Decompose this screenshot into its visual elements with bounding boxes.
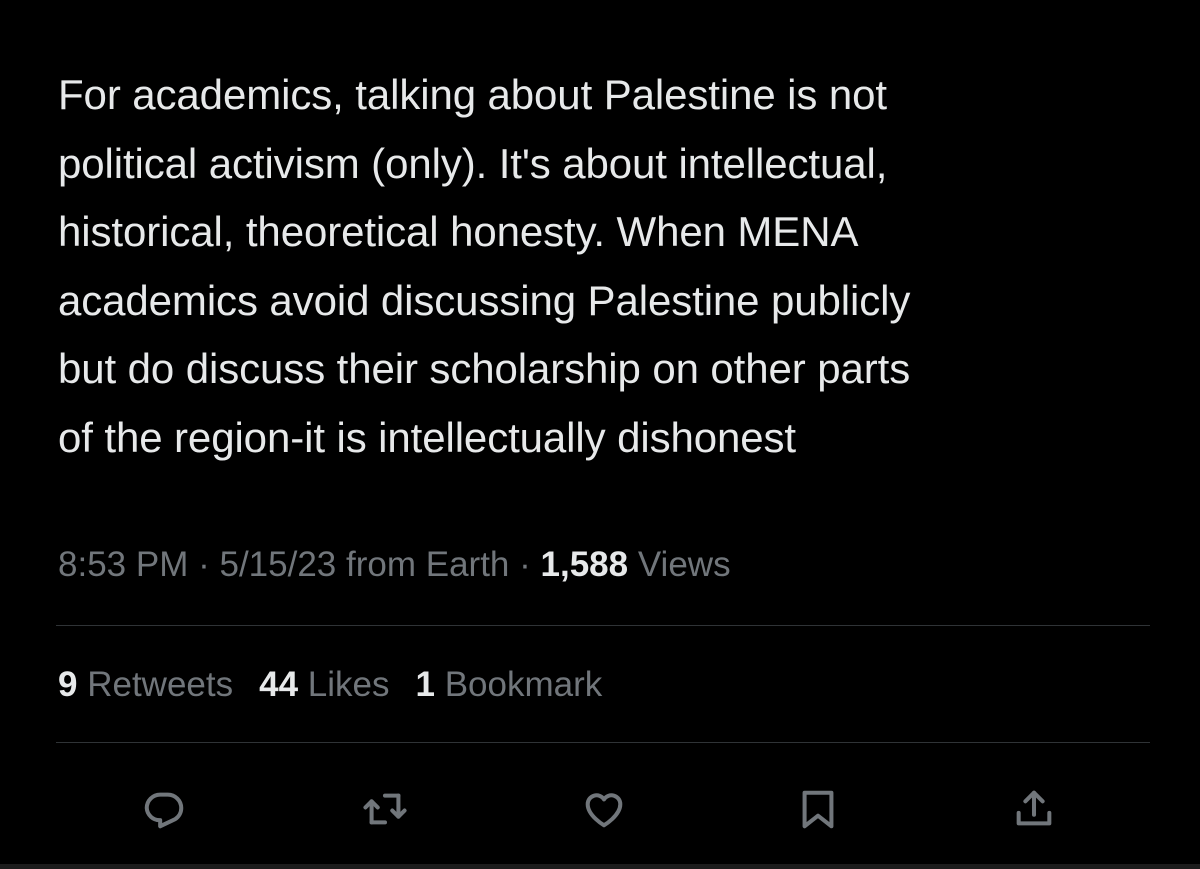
likes-count: 44 xyxy=(259,665,299,704)
retweets-count: 9 xyxy=(58,665,78,704)
divider xyxy=(56,742,1150,743)
retweet-icon xyxy=(363,793,407,825)
action-bar xyxy=(0,781,1200,837)
tweet-date[interactable]: 5/15/23 xyxy=(219,545,336,584)
bookmarks-stat[interactable]: 1 Bookmark xyxy=(416,663,603,707)
divider xyxy=(56,625,1150,626)
bookmark-icon xyxy=(802,790,834,829)
likes-stat[interactable]: 44 Likes xyxy=(259,663,389,707)
views-label: Views xyxy=(637,545,731,584)
engagement-stats: 9 Retweets 44 Likes 1 Bookmark xyxy=(58,663,602,707)
bookmarks-label: Bookmark xyxy=(444,665,603,704)
views-count: 1,588 xyxy=(540,545,629,584)
retweets-stat[interactable]: 9 Retweets xyxy=(58,663,233,707)
tweet-detail: For academics, talking about Palestine i… xyxy=(0,0,1200,869)
reply-button[interactable] xyxy=(136,781,192,837)
share-icon xyxy=(1016,790,1052,826)
likes-label: Likes xyxy=(307,665,390,704)
bookmarks-count: 1 xyxy=(415,665,435,704)
tweet-text: For academics, talking about Palestine i… xyxy=(58,71,911,461)
tweet-meta: 8:53 PM · 5/15/23 from Earth · 1,588 Vie… xyxy=(58,543,731,587)
bookmark-button[interactable] xyxy=(790,781,846,837)
tweet-source: from Earth xyxy=(346,545,510,584)
reply-icon xyxy=(144,792,184,829)
meta-separator: · xyxy=(519,545,531,584)
retweets-label: Retweets xyxy=(87,665,234,704)
meta-separator: · xyxy=(198,545,210,584)
share-button[interactable] xyxy=(1006,781,1062,837)
like-button[interactable] xyxy=(576,781,632,837)
bottom-divider xyxy=(0,864,1200,869)
like-icon xyxy=(585,793,623,828)
tweet-time[interactable]: 8:53 PM xyxy=(58,545,188,584)
retweet-button[interactable] xyxy=(357,781,413,837)
